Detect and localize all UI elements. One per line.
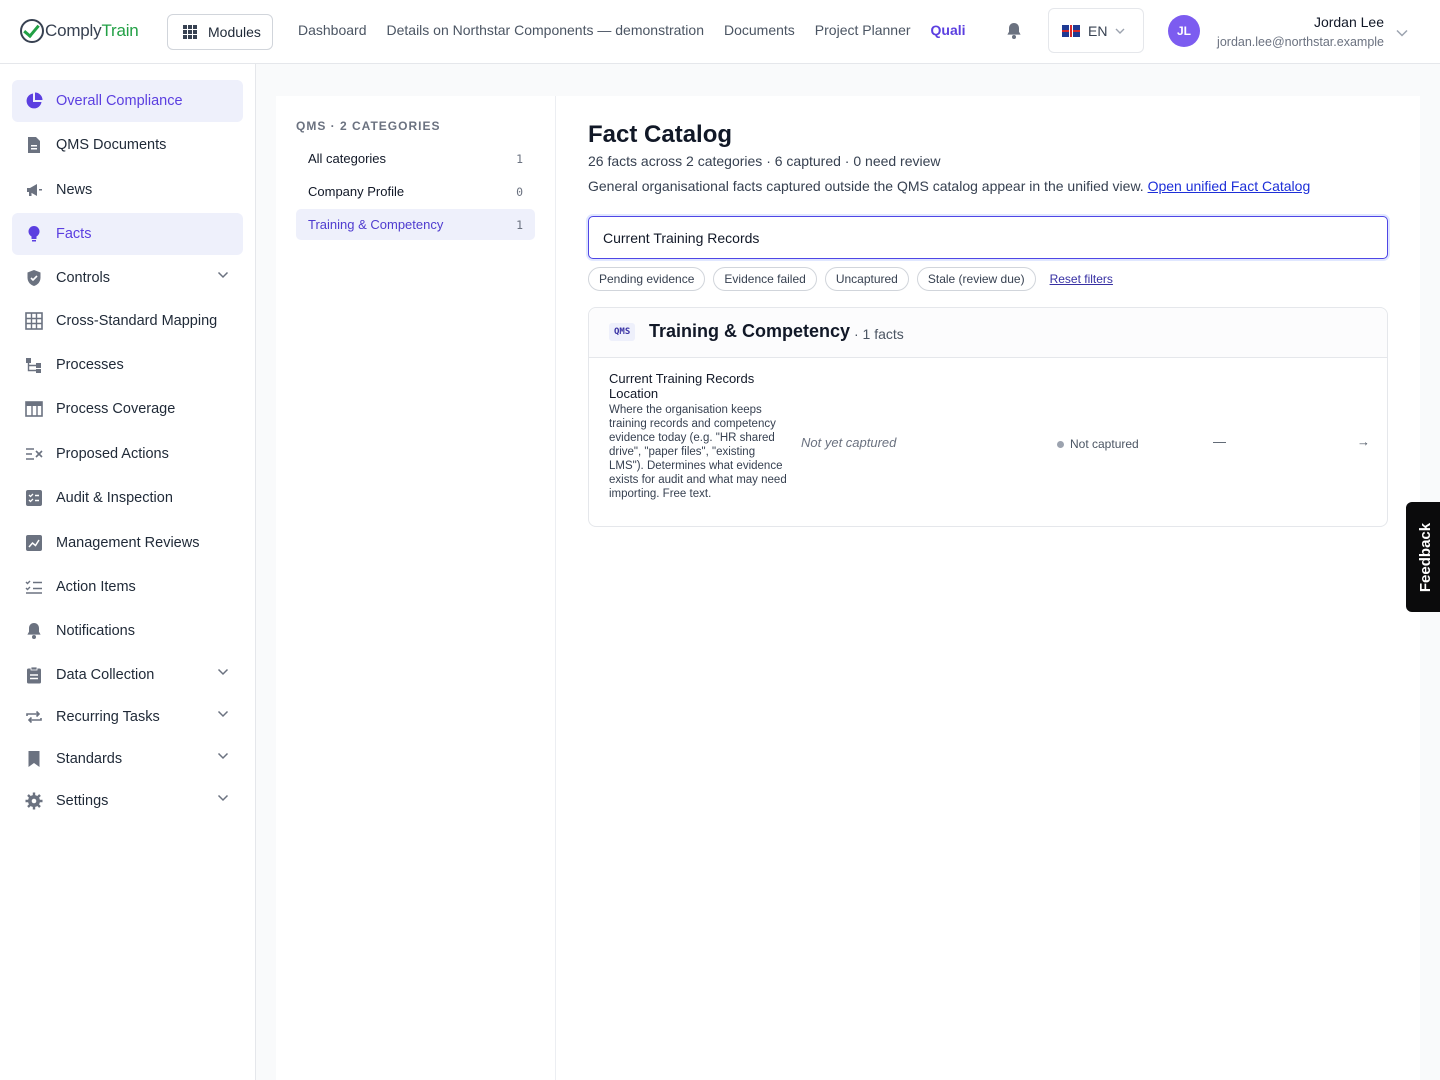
catalog-stats: 26 facts across 2 categories · 6 capture…: [588, 153, 941, 169]
sidebar-item-recurring-tasks[interactable]: Recurring Tasks: [12, 696, 243, 738]
filter-stale[interactable]: Stale (review due): [916, 267, 1036, 291]
megaphone-icon: [25, 181, 43, 199]
filter-evidence-failed[interactable]: Evidence failed: [713, 267, 817, 291]
sidebar-item-controls[interactable]: Controls: [12, 257, 243, 299]
fact-group-card: QMS Training & Competency · 1 facts Curr…: [588, 307, 1388, 527]
topnav-project-planner[interactable]: Project Planner: [815, 22, 911, 38]
filter-uncaptured[interactable]: Uncaptured: [824, 267, 909, 291]
user-name[interactable]: Jordan Lee: [1314, 14, 1384, 30]
layout-table-icon: [25, 400, 43, 418]
status-dot-icon: [1057, 440, 1064, 448]
filter-pending-evidence[interactable]: Pending evidence: [588, 267, 706, 291]
chevron-down-icon: [217, 271, 229, 279]
chevron-down-icon: [217, 794, 229, 802]
grid-icon: [183, 25, 197, 39]
category-count: 1: [516, 151, 523, 166]
sidebar-item-audit-inspection[interactable]: Audit & Inspection: [12, 477, 243, 519]
category-count: 1: [516, 217, 523, 232]
qms-badge: QMS: [609, 323, 636, 341]
table-grid-icon: [25, 312, 43, 330]
language-selector[interactable]: EN: [1048, 8, 1144, 53]
bookmark-icon: [25, 750, 43, 768]
feedback-tab[interactable]: Feedback: [1406, 502, 1440, 612]
sidebar: Overall Compliance QMS Documents News Fa…: [0, 64, 256, 1080]
status-badge: Not captured: [1057, 437, 1139, 451]
user-menu-chevron-icon[interactable]: [1396, 24, 1408, 42]
sidebar-item-notifications[interactable]: Notifications: [12, 610, 243, 652]
sidebar-item-news[interactable]: News: [12, 169, 243, 211]
document-icon: [25, 136, 43, 154]
catalog-note: General organisational facts captured ou…: [588, 178, 1311, 194]
bell-icon: [25, 622, 43, 640]
pie-chart-icon: [25, 92, 43, 110]
top-nav: Dashboard Details on Northstar Component…: [298, 22, 966, 38]
uk-flag-icon: [1062, 24, 1080, 37]
shield-check-icon: [25, 269, 43, 287]
sidebar-item-standards[interactable]: Standards: [12, 738, 243, 780]
bell-icon[interactable]: [1006, 22, 1022, 45]
sidebar-item-processes[interactable]: Processes: [12, 344, 243, 386]
sidebar-item-management-reviews[interactable]: Management Reviews: [12, 522, 243, 564]
category-panel-title: QMS · 2 CATEGORIES: [296, 119, 441, 133]
filter-chips: Pending evidence Evidence failed Uncaptu…: [588, 267, 1113, 291]
logo-text: ComplyTrain: [45, 21, 139, 40]
chart-line-box-icon: [25, 534, 43, 552]
user-email: jordan.lee@northstar.example: [1217, 35, 1384, 49]
sidebar-item-facts[interactable]: Facts: [12, 213, 243, 255]
fact-catalog-content: Fact Catalog 26 facts across 2 categorie…: [556, 96, 1420, 1080]
reset-filters-link[interactable]: Reset filters: [1050, 272, 1113, 286]
arrow-right-icon[interactable]: →: [1357, 434, 1370, 449]
topnav-details[interactable]: Details on Northstar Components — demons…: [387, 22, 704, 38]
avatar[interactable]: JL: [1168, 15, 1200, 47]
category-panel: QMS · 2 CATEGORIES All categories 1 Comp…: [276, 96, 556, 1080]
sidebar-item-cross-standard-mapping[interactable]: Cross-Standard Mapping: [12, 300, 243, 342]
lightbulb-icon: [25, 225, 43, 243]
chevron-down-icon: [217, 668, 229, 676]
flow-icon: [25, 356, 43, 374]
top-bar: ComplyTrain Modules Dashboard Details on…: [0, 0, 1440, 64]
gear-icon: [25, 792, 43, 810]
category-item-all[interactable]: All categories 1: [296, 143, 535, 174]
chevron-down-icon: [1115, 28, 1125, 34]
modules-button[interactable]: Modules: [167, 14, 273, 50]
clipboard-icon: [25, 666, 43, 684]
fact-description: Where the organisation keeps training re…: [609, 404, 787, 500]
sidebar-item-process-coverage[interactable]: Process Coverage: [12, 388, 243, 430]
category-item-training-competency[interactable]: Training & Competency 1: [296, 209, 535, 240]
fact-group-title: Training & Competency: [649, 321, 851, 341]
topnav-dashboard[interactable]: Dashboard: [298, 22, 367, 38]
fact-evidence-placeholder: —: [1213, 434, 1226, 449]
sidebar-item-proposed-actions[interactable]: Proposed Actions: [12, 433, 243, 475]
list-check-icon: [25, 578, 43, 596]
logo-check-icon: [20, 19, 44, 43]
fact-group-header[interactable]: QMS Training & Competency · 1 facts: [589, 308, 1387, 358]
fact-group-count: · 1 facts: [854, 326, 904, 342]
app-logo[interactable]: ComplyTrain: [20, 18, 139, 44]
sidebar-item-overall-compliance[interactable]: Overall Compliance: [12, 80, 243, 122]
open-unified-catalog-link[interactable]: Open unified Fact Catalog: [1148, 178, 1311, 194]
fact-value[interactable]: Not yet captured: [801, 435, 896, 450]
chevron-down-icon: [217, 710, 229, 718]
list-x-icon: [25, 445, 43, 463]
repeat-icon: [25, 708, 43, 726]
fact-title: Current Training Records Location: [609, 371, 755, 401]
sidebar-item-qms-documents[interactable]: QMS Documents: [12, 124, 243, 166]
search-input[interactable]: [588, 216, 1388, 259]
topnav-quali[interactable]: Quali: [931, 22, 966, 38]
sidebar-item-action-items[interactable]: Action Items: [12, 566, 243, 608]
category-item-company-profile[interactable]: Company Profile 0: [296, 176, 535, 207]
sidebar-item-data-collection[interactable]: Data Collection: [12, 654, 243, 696]
page-title: Fact Catalog: [588, 121, 733, 148]
checklist-box-icon: [25, 489, 43, 507]
topnav-documents[interactable]: Documents: [724, 22, 795, 38]
sidebar-item-settings[interactable]: Settings: [12, 780, 243, 822]
category-count: 0: [516, 184, 523, 199]
chevron-down-icon: [217, 752, 229, 760]
